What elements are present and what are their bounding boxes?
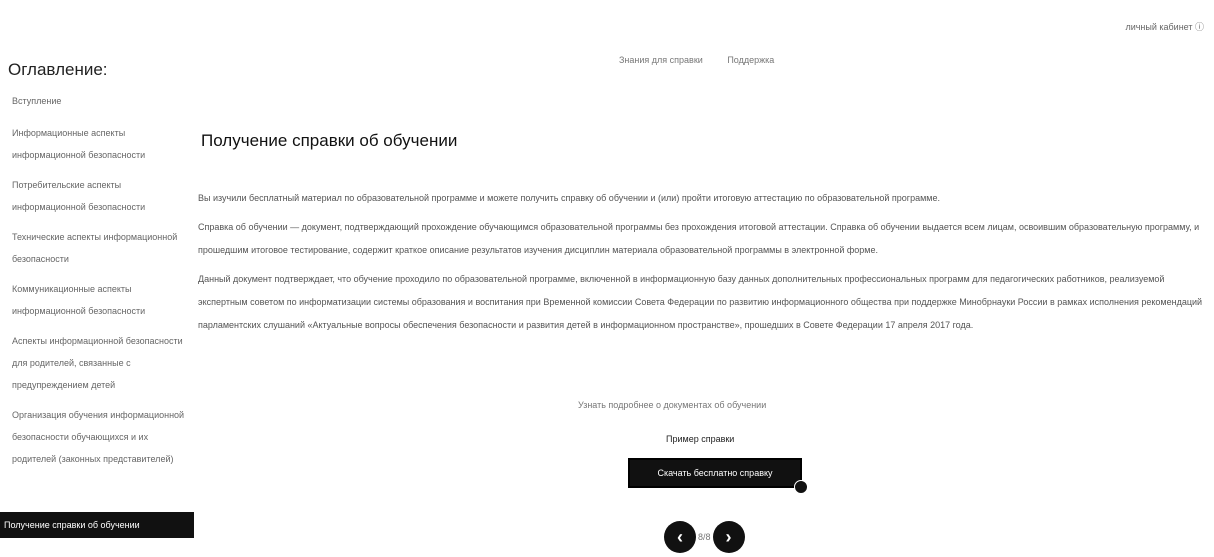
download-certificate-button[interactable]: Скачать бесплатно справку <box>628 458 808 494</box>
info-link[interactable]: Знания для справки <box>619 55 703 65</box>
edit-icon <box>794 480 808 494</box>
page-number: 8/8 <box>698 532 711 542</box>
toc-item-consumer-aspects[interactable]: Потребительские аспекты информационной б… <box>12 174 192 218</box>
user-menu[interactable]: личный кабинет ⓘ <box>1125 20 1204 33</box>
download-button-label: Скачать бесплатно справку <box>657 468 773 478</box>
paragraph: Данный документ подтверждает, что обучен… <box>198 274 1203 330</box>
toc-item-certificate[interactable]: Получение справки об обучении <box>0 512 194 538</box>
toc-title: Оглавление: <box>8 60 108 79</box>
toc-item-organization[interactable]: Организация обучения информационной безо… <box>12 404 192 470</box>
toc-item-communication-aspects[interactable]: Коммуникационные аспекты информационной … <box>12 278 192 322</box>
paragraph: Вы изучили бесплатный материал по образо… <box>198 193 940 203</box>
toc-item-technical-aspects[interactable]: Технические аспекты информационной безоп… <box>12 226 192 270</box>
more-about-documents-link[interactable]: Узнать подробнее о документах об обучени… <box>578 400 766 410</box>
table-of-contents: Вступление Информационные аспекты информ… <box>12 90 192 478</box>
pager: ‹ 8/8 › <box>664 520 745 554</box>
chevron-right-icon: › <box>725 526 732 547</box>
top-links: Знания для справки Поддержка <box>619 55 796 65</box>
support-link[interactable]: Поддержка <box>727 55 774 65</box>
next-page-button[interactable]: › <box>712 521 745 553</box>
paragraph: Справка об обучении — документ, подтверж… <box>198 222 1200 255</box>
sample-certificate-link[interactable]: Пример справки <box>666 434 734 444</box>
toc-item-intro[interactable]: Вступление <box>12 90 192 112</box>
content: Вы изучили бесплатный материал по образо… <box>198 187 1210 343</box>
page-title: Получение справки об обучении <box>201 131 458 150</box>
toc-item-info-aspects[interactable]: Информационные аспекты информационной бе… <box>12 122 192 166</box>
chevron-left-icon: ‹ <box>677 526 683 547</box>
prev-page-button[interactable]: ‹ <box>664 521 696 553</box>
toc-item-parents-aspects[interactable]: Аспекты информационной безопасности для … <box>12 330 192 396</box>
